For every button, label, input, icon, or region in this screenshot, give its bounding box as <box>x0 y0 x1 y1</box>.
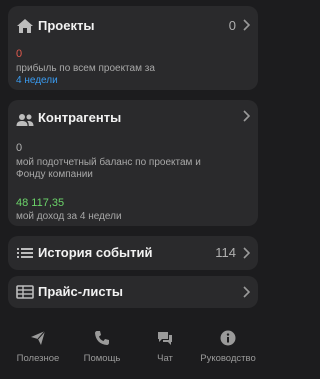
counterparties-balance-value: 0 <box>16 142 23 154</box>
projects-profit-value: 0 <box>16 48 23 60</box>
pricelists-title: Прайс-листы <box>38 284 124 299</box>
tab-guide-label: Руководство <box>200 353 256 364</box>
projects-period-link[interactable]: 4 недели <box>16 75 58 86</box>
tab-help-label: Помощь <box>83 353 121 364</box>
users-icon <box>16 114 34 126</box>
counterparties-income-value: 48 117,35 <box>16 197 65 209</box>
tab-useful-label: Полезное <box>16 353 60 364</box>
tab-help[interactable]: Помощь <box>69 330 135 376</box>
phone-icon <box>95 331 109 345</box>
info-icon <box>220 330 236 346</box>
counterparties-balance-desc: мой подотчетный баланс по проектам и Фон… <box>16 157 201 180</box>
send-icon <box>31 330 46 345</box>
tab-guide[interactable]: Руководство <box>195 330 261 376</box>
counterparties-title: Контрагенты <box>38 110 122 125</box>
screen: Проекты 0 0 прибыль по всем проектам за … <box>0 0 266 379</box>
chevron-right-icon <box>243 110 250 122</box>
history-title: История событий <box>38 245 153 260</box>
projects-title: Проекты <box>38 18 95 33</box>
home-icon <box>17 19 33 33</box>
projects-profit-desc: прибыль по всем проектам за <box>16 63 155 74</box>
history-count: 114 <box>215 245 236 260</box>
counterparties-card[interactable]: Контрагенты 0 мой подотчетный баланс по … <box>8 100 258 226</box>
counterparties-income-desc: мой доход за 4 недели <box>16 211 122 222</box>
list-icon <box>17 248 33 258</box>
tab-chat-label: Чат <box>157 353 173 364</box>
tab-useful[interactable]: Полезное <box>5 330 71 376</box>
table-icon <box>16 285 34 299</box>
counterparties-header[interactable]: Контрагенты <box>8 100 258 140</box>
chat-icon <box>158 332 172 345</box>
chevron-right-icon <box>243 286 250 298</box>
projects-card[interactable]: Проекты 0 0 прибыль по всем проектам за … <box>8 6 258 90</box>
projects-header[interactable]: Проекты 0 <box>8 6 258 46</box>
history-card[interactable]: История событий 114 <box>8 236 258 270</box>
pricelists-card[interactable]: Прайс-листы <box>8 276 258 308</box>
bottom-tab-bar: Полезное Помощь Чат Руководство <box>0 322 266 379</box>
chevron-right-icon <box>243 247 250 259</box>
tab-chat[interactable]: Чат <box>132 330 198 376</box>
projects-count: 0 <box>228 18 236 33</box>
chevron-right-icon <box>243 19 250 31</box>
